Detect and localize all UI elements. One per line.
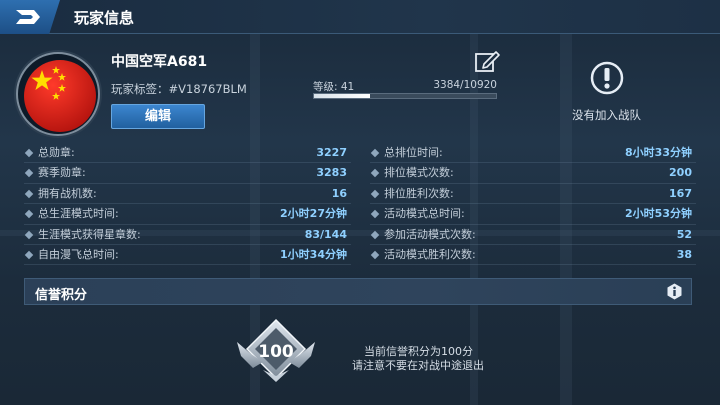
honor-warning: 请注意不要在对战中途退出 <box>352 359 484 372</box>
stat-label: 生涯模式获得星章数: <box>38 227 141 241</box>
xp-text: 3384/10920 <box>433 79 497 91</box>
stats-left: 总勋章: 3227 赛季勋章: 3283 拥有战机数: 16 总生涯模式时间: 2小时2… <box>24 143 351 266</box>
edit-button[interactable]: 编辑 <box>111 104 205 129</box>
stat-value: 2小时53分钟 <box>625 207 692 221</box>
stat-row: 自由漫飞总时间: 1小时34分钟 <box>24 245 351 266</box>
stat-value: 52 <box>676 227 692 241</box>
team-status-text: 没有加入战队 <box>572 108 641 122</box>
stat-row: 参加活动模式次数: 52 <box>370 225 696 245</box>
stat-label: 总排位时间: <box>384 146 443 159</box>
stat-label: 拥有战机数: <box>38 186 97 200</box>
stat-row: 排位模式次数: 200 <box>370 163 696 184</box>
honor-score: 100 <box>258 342 294 362</box>
stat-value: 1小时34分钟 <box>280 247 347 261</box>
bullet-icon <box>24 148 34 158</box>
bullet-icon <box>370 169 380 178</box>
bullet-icon <box>370 148 380 158</box>
player-name: 中国空军A681 <box>111 54 208 70</box>
stat-label: 赛季勋章: <box>38 166 86 180</box>
bullet-icon <box>24 189 34 199</box>
stat-label: 参加活动模式次数: <box>384 227 476 241</box>
flag-icon <box>24 60 96 132</box>
bullet-icon <box>370 209 380 219</box>
edit-icon[interactable] <box>475 50 501 72</box>
stat-value: 167 <box>669 186 692 200</box>
stat-row: 活动模式总时间: 2小时53分钟 <box>370 204 696 225</box>
top-bar: 玩家信息 <box>0 0 720 34</box>
stat-value: 200 <box>669 166 692 180</box>
stats-right: 总排位时间: 8小时33分钟 排位模式次数: 200 排位胜利次数: 167 活动模式… <box>370 143 696 266</box>
stat-value: 83/144 <box>304 227 347 241</box>
stat-label: 活动模式总时间: <box>384 207 465 221</box>
honor-title: 信誉积分 <box>35 288 88 303</box>
bullet-icon <box>24 209 34 219</box>
bullet-icon <box>24 169 34 178</box>
stat-row: 排位胜利次数: 167 <box>370 184 696 205</box>
stat-label: 排位模式次数: <box>384 166 454 180</box>
stat-label: 活动模式胜利次数: <box>384 247 476 261</box>
stat-value: 16 <box>331 186 347 200</box>
stat-value: 3283 <box>316 166 347 180</box>
bullet-icon <box>370 189 380 199</box>
stat-label: 总生涯模式时间: <box>38 207 119 221</box>
stat-label: 总勋章: <box>38 146 75 159</box>
player-tag: 玩家标签：#V18767BLM <box>111 82 247 96</box>
stat-row: 总生涯模式时间: 2小时27分钟 <box>24 204 351 225</box>
honor-section-header: 信誉积分 <box>24 278 692 305</box>
stat-row: 赛季勋章: 3283 <box>24 163 351 184</box>
stat-row: 总排位时间: 8小时33分钟 <box>370 143 696 164</box>
stat-value: 8小时33分钟 <box>625 146 692 159</box>
stat-value: 3227 <box>316 146 347 159</box>
stat-value: 38 <box>676 247 692 261</box>
bullet-icon <box>24 250 34 260</box>
xp-progress-bar <box>313 93 497 99</box>
stat-value: 2小时27分钟 <box>280 207 347 221</box>
stat-row: 活动模式胜利次数: 38 <box>370 245 696 266</box>
bullet-icon <box>370 230 380 239</box>
stat-label: 排位胜利次数: <box>384 186 454 200</box>
player-avatar <box>16 52 100 136</box>
stat-label: 自由漫飞总时间: <box>38 247 119 261</box>
stat-row: 总勋章: 3227 <box>24 143 351 164</box>
info-icon[interactable] <box>666 283 683 300</box>
logo-icon[interactable] <box>0 0 60 34</box>
page-title: 玩家信息 <box>74 9 135 27</box>
stat-row: 生涯模式获得星章数: 83/144 <box>24 225 351 245</box>
level-label: 等级: 41 <box>313 81 355 93</box>
bullet-icon <box>370 250 380 260</box>
team-alert-icon <box>590 61 624 95</box>
stat-row: 拥有战机数: 16 <box>24 184 351 205</box>
bullet-icon <box>24 230 34 239</box>
xp-progress-fill <box>314 94 371 98</box>
